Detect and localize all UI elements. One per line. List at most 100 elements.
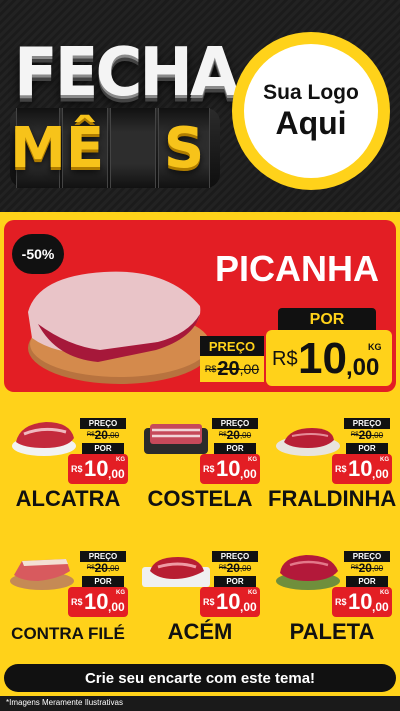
- price: R$ 10,00 KG: [68, 587, 128, 617]
- headline-mes-letter: [110, 108, 156, 188]
- product-image: [8, 412, 80, 458]
- currency: R$: [204, 364, 217, 374]
- price-decimal: ,00: [372, 600, 389, 614]
- price-unit: KG: [248, 590, 257, 596]
- por-label: POR: [82, 443, 124, 454]
- currency: R$: [218, 565, 227, 571]
- old-price-integer: 20: [358, 561, 372, 575]
- hero-preco-label: PREÇO: [200, 336, 264, 356]
- old-price-integer: 20: [226, 561, 240, 575]
- price-integer: 10: [84, 456, 109, 481]
- old-price-integer: 20: [358, 428, 372, 442]
- product-name: COSTELA: [147, 486, 253, 511]
- old-price-decimal: ,00: [107, 430, 120, 440]
- headline-mes-letter: M: [10, 108, 66, 188]
- disclaimer-text: *Imagens Meramente Ilustrativas: [6, 698, 123, 707]
- picanha-image: [28, 271, 208, 384]
- old-price-decimal: ,00: [239, 563, 252, 573]
- logo-text-line2: Aqui: [275, 105, 347, 141]
- product-image: [272, 412, 344, 458]
- logo-inner: Sua Logo Aqui: [244, 44, 378, 178]
- old-price-decimal: ,00: [239, 361, 260, 377]
- price-unit: KG: [380, 457, 389, 463]
- currency: R$: [350, 565, 359, 571]
- price-decimal: ,00: [240, 600, 257, 614]
- price-integer: 10: [216, 456, 241, 481]
- old-price: R$ 20,00: [344, 428, 390, 442]
- por-label: POR: [346, 443, 388, 454]
- currency: R$: [71, 464, 83, 474]
- currency: R$: [86, 565, 95, 571]
- product-image: [140, 545, 212, 591]
- headline-fecha: FECHA: [14, 34, 240, 112]
- currency: R$: [350, 432, 359, 438]
- product-card-alcatra[interactable]: PREÇO R$ 20,00 POR R$ 10,00 KG ALCATRA: [4, 398, 132, 524]
- product-image: [272, 545, 344, 591]
- product-name: PALETA: [289, 619, 375, 644]
- logo-text-line1: Sua Logo: [263, 81, 359, 104]
- por-label: POR: [346, 576, 388, 587]
- price-unit: KG: [380, 590, 389, 596]
- logo-placeholder[interactable]: Sua Logo Aqui: [232, 32, 390, 190]
- hero-old-price: R$ 20 ,00: [200, 356, 264, 382]
- currency: R$: [335, 597, 347, 607]
- old-price: R$ 20,00: [80, 561, 126, 575]
- price-decimal: ,00: [372, 467, 389, 481]
- product-card-costela[interactable]: PREÇO R$ 20,00 POR R$ 10,00 KG COSTELA: [136, 398, 264, 524]
- old-price: R$ 20,00: [80, 428, 126, 442]
- hero-price: R$ 10 ,00 KG: [266, 330, 392, 386]
- create-flyer-button[interactable]: Crie seu encarte com este tema!: [4, 664, 396, 692]
- price-integer: 10: [216, 589, 241, 614]
- price-integer: 10: [84, 589, 109, 614]
- old-price-integer: 20: [226, 428, 240, 442]
- old-price-integer: 20: [94, 561, 108, 575]
- old-price-decimal: ,00: [239, 430, 252, 440]
- discount-badge: -50%: [12, 234, 64, 274]
- product-card-paleta[interactable]: PREÇO R$ 20,00 POR R$ 10,00 KG PALETA: [268, 531, 396, 657]
- price-unit: KG: [248, 457, 257, 463]
- price-integer: 10: [348, 456, 373, 481]
- currency: R$: [203, 597, 215, 607]
- price-decimal: ,00: [240, 467, 257, 481]
- price-unit: KG: [368, 342, 382, 352]
- price-integer: 10: [298, 334, 347, 383]
- headline-mes-letter: Ê: [62, 108, 108, 188]
- price: R$ 10,00 KG: [332, 587, 392, 617]
- product-card-fraldinha[interactable]: PREÇO R$ 20,00 POR R$ 10,00 KG FRALDINHA: [268, 398, 396, 524]
- product-card-contra-file[interactable]: PREÇO R$ 20,00 POR R$ 10,00 KG CONTRA FILÉ: [4, 531, 132, 657]
- product-name: FRALDINHA: [268, 486, 397, 511]
- currency: R$: [71, 597, 83, 607]
- price-integer: 10: [348, 589, 373, 614]
- old-price-integer: 20: [217, 357, 240, 380]
- old-price-decimal: ,00: [107, 563, 120, 573]
- price-unit: KG: [116, 590, 125, 596]
- price-decimal: ,00: [108, 467, 125, 481]
- product-card-acem[interactable]: PREÇO R$ 20,00 POR R$ 10,00 KG ACÉM: [136, 531, 264, 657]
- old-price-decimal: ,00: [371, 563, 384, 573]
- currency: R$: [335, 464, 347, 474]
- price-unit: KG: [116, 457, 125, 463]
- currency: R$: [272, 348, 298, 370]
- price: R$ 10,00 KG: [200, 454, 260, 484]
- por-label: POR: [214, 443, 256, 454]
- old-price: R$ 20,00: [212, 561, 258, 575]
- old-price-integer: 20: [94, 428, 108, 442]
- por-label: POR: [82, 576, 124, 587]
- price: R$ 10,00 KG: [332, 454, 392, 484]
- old-price: R$ 20,00: [344, 561, 390, 575]
- hero-product-name: PICANHA: [214, 248, 379, 289]
- headline-mes-letter: S: [158, 108, 210, 188]
- old-price-decimal: ,00: [371, 430, 384, 440]
- product-image: [140, 412, 212, 458]
- hero-por-label: POR: [278, 308, 376, 332]
- price-decimal: ,00: [346, 354, 380, 381]
- product-name: ALCATRA: [15, 486, 121, 511]
- currency: R$: [218, 432, 227, 438]
- product-name: CONTRA FILÉ: [11, 624, 125, 643]
- currency: R$: [203, 464, 215, 474]
- price: R$ 10,00 KG: [200, 587, 260, 617]
- product-name: ACÉM: [167, 619, 233, 644]
- por-label: POR: [214, 576, 256, 587]
- product-image: [8, 545, 80, 591]
- price: R$ 10,00 KG: [68, 454, 128, 484]
